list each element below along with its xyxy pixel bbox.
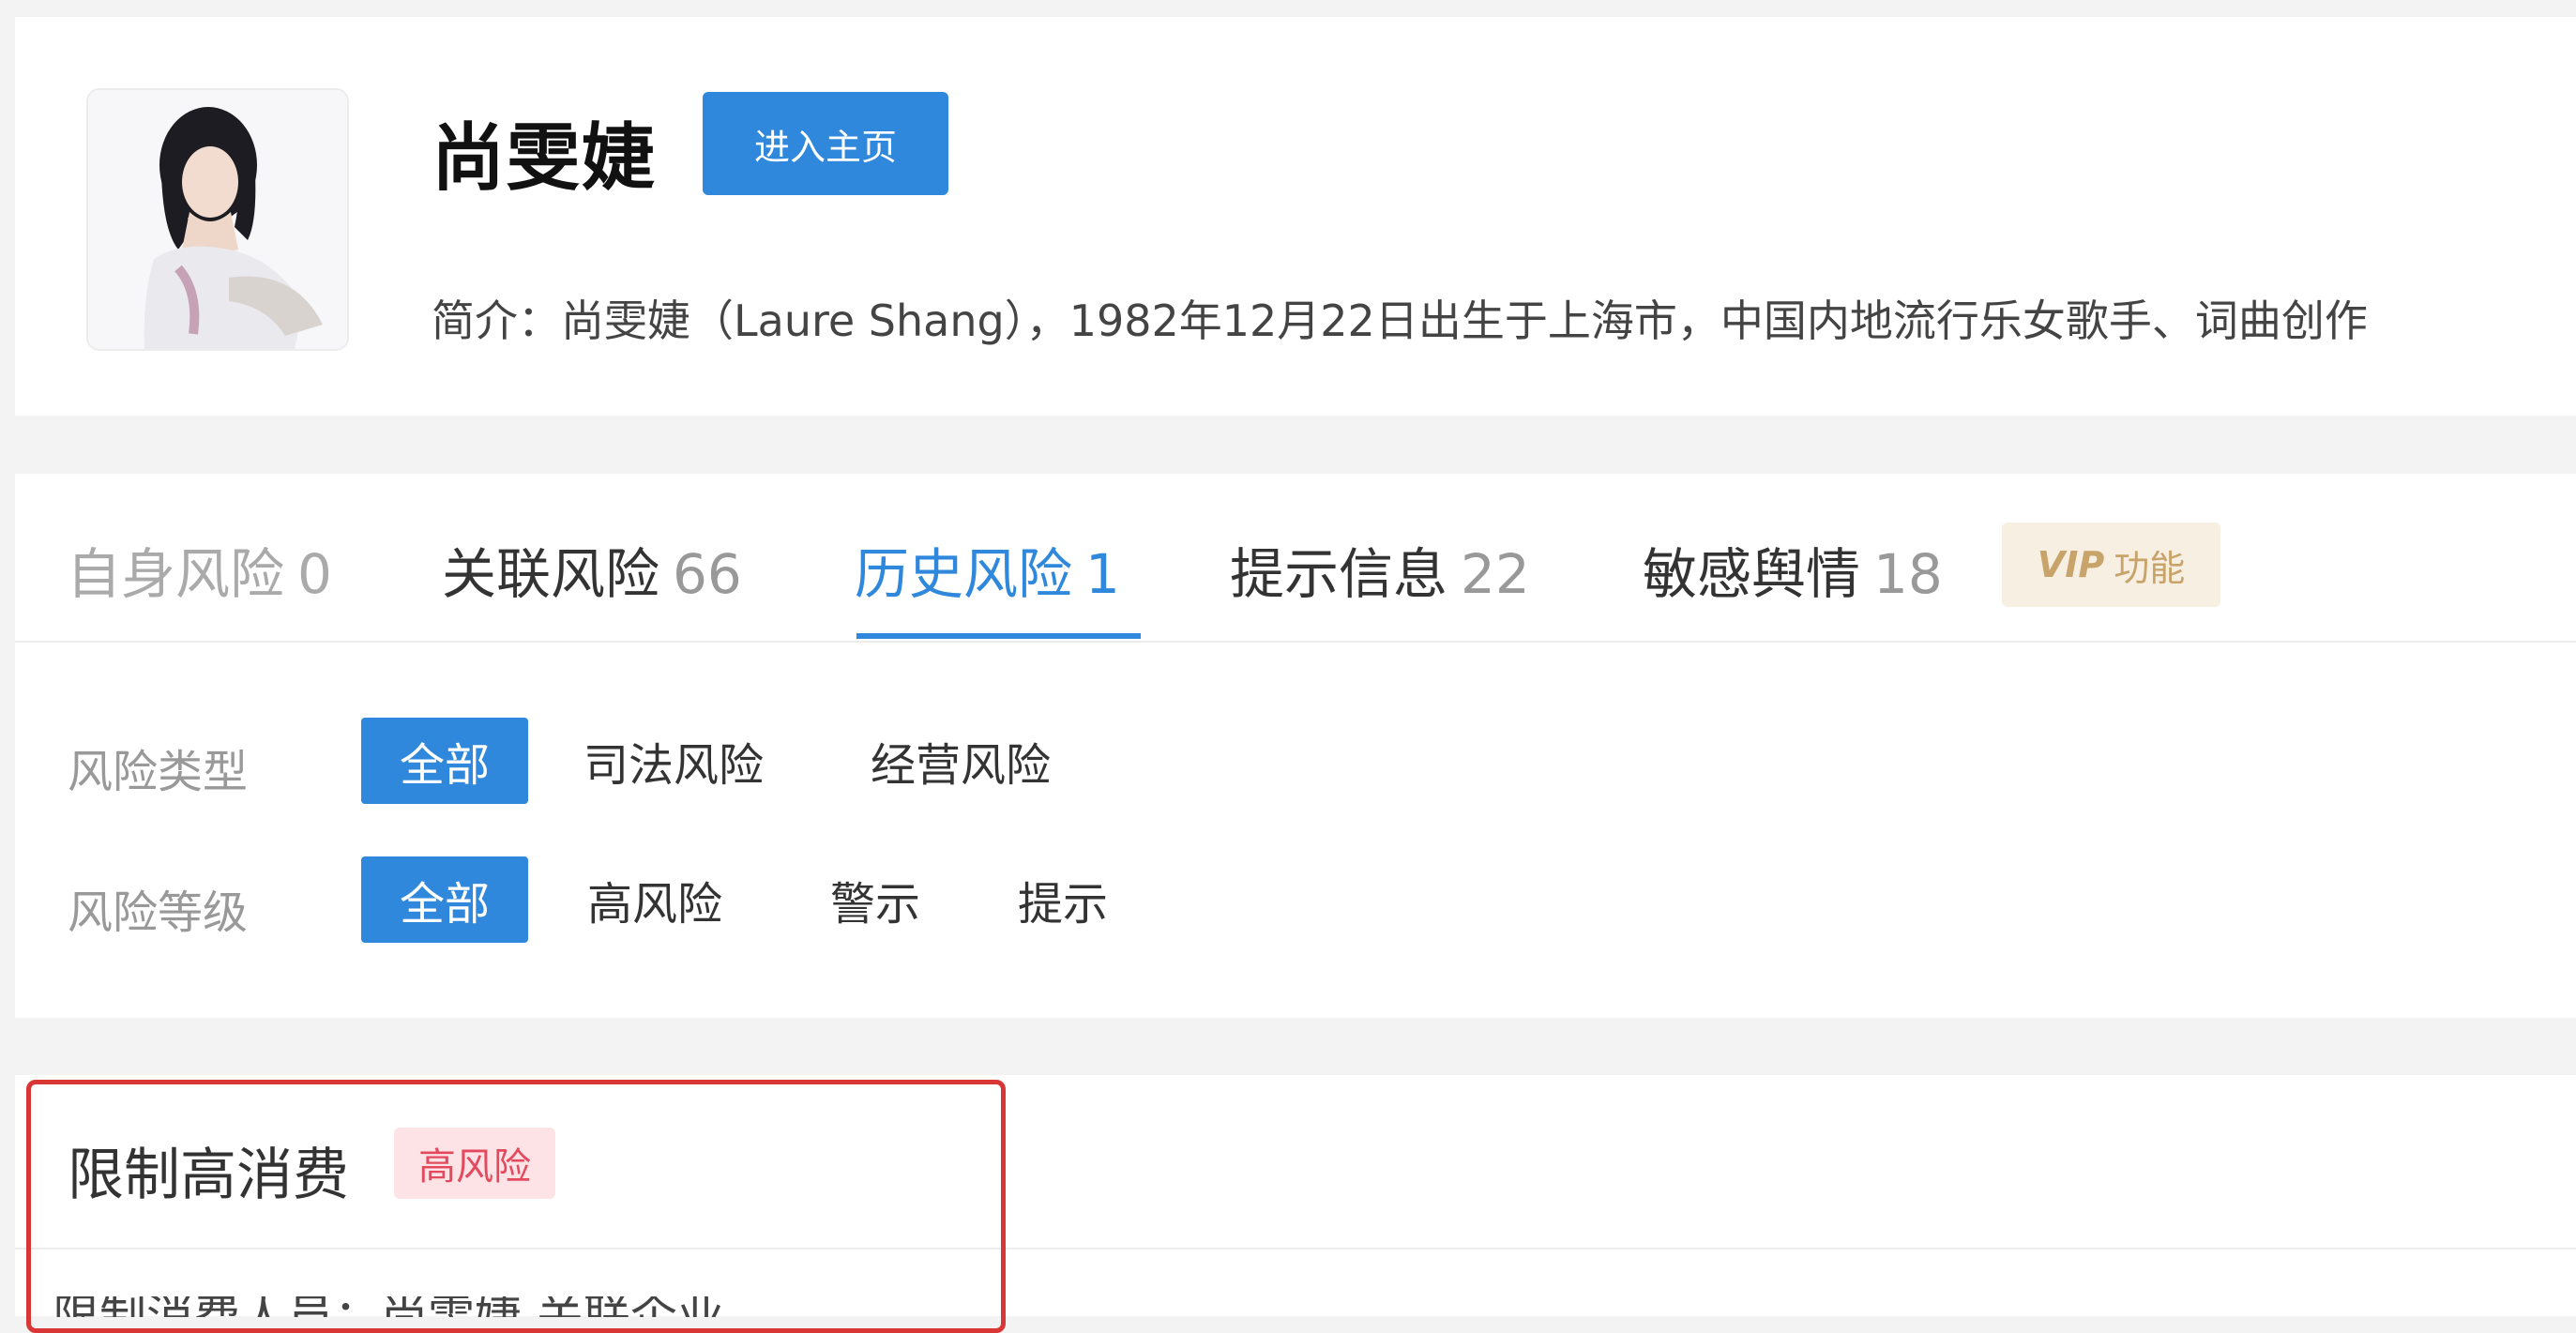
tab-label: 提示信息 [1230, 542, 1448, 606]
risk-level-label: 风险等级 [68, 886, 249, 939]
tab-tips[interactable]: 提示信息 22 [1230, 530, 1530, 609]
risk-type-label: 风险类型 [68, 746, 249, 798]
risk-level-notice[interactable]: 提示 [1002, 856, 1124, 943]
intro-text: 简介：尚雯婕（Laure Shang），1982年12月22日出生于上海市，中国… [432, 295, 2368, 346]
risk-type-operation[interactable]: 经营风险 [857, 718, 1064, 804]
risk-level-high[interactable]: 高风险 [570, 856, 739, 943]
enter-homepage-button[interactable]: 进入主页 [703, 92, 948, 195]
vip-label: 功能 [2114, 547, 2186, 589]
avatar-image [88, 90, 347, 349]
active-tab-indicator [856, 633, 1141, 639]
risk-level-warning[interactable]: 警示 [814, 856, 936, 943]
avatar[interactable] [86, 88, 349, 351]
tab-count: 1 [1085, 542, 1120, 606]
tab-count: 66 [673, 542, 742, 606]
tab-label: 关联风险 [442, 542, 660, 606]
risk-level-all[interactable]: 全部 [361, 856, 528, 943]
risk-type-judicial[interactable]: 司法风险 [570, 718, 777, 804]
vip-icon: VIP [2037, 544, 2105, 585]
tab-related-risk[interactable]: 关联风险 66 [442, 530, 742, 609]
tab-sensitive-news[interactable]: 敏感舆情 18 [1643, 530, 1943, 609]
tab-self-risk[interactable]: 自身风险 0 [67, 530, 332, 609]
risk-panel: 自身风险 0 关联风险 66 历史风险 1 提示信息 22 敏感舆情 18 VIP 功能 … [15, 474, 2576, 1018]
tab-label: 自身风险 [67, 542, 285, 606]
highlight-frame [26, 1080, 1006, 1333]
profile-card: 尚雯婕 进入主页 简介：尚雯婕（Laure Shang），1982年12月22日… [15, 17, 2576, 416]
tab-count: 0 [297, 542, 332, 606]
tab-count: 22 [1461, 542, 1530, 606]
person-name: 尚雯婕 [432, 116, 658, 201]
tab-label: 敏感舆情 [1643, 542, 1861, 606]
tab-label: 历史风险 [855, 542, 1073, 606]
risk-type-all[interactable]: 全部 [361, 718, 528, 804]
vip-badge[interactable]: VIP 功能 [2002, 523, 2220, 607]
tab-count: 18 [1873, 542, 1943, 606]
tab-history-risk[interactable]: 历史风险 1 [855, 530, 1120, 609]
risk-tabs: 自身风险 0 关联风险 66 历史风险 1 提示信息 22 敏感舆情 18 VIP 功能 [15, 474, 2576, 643]
